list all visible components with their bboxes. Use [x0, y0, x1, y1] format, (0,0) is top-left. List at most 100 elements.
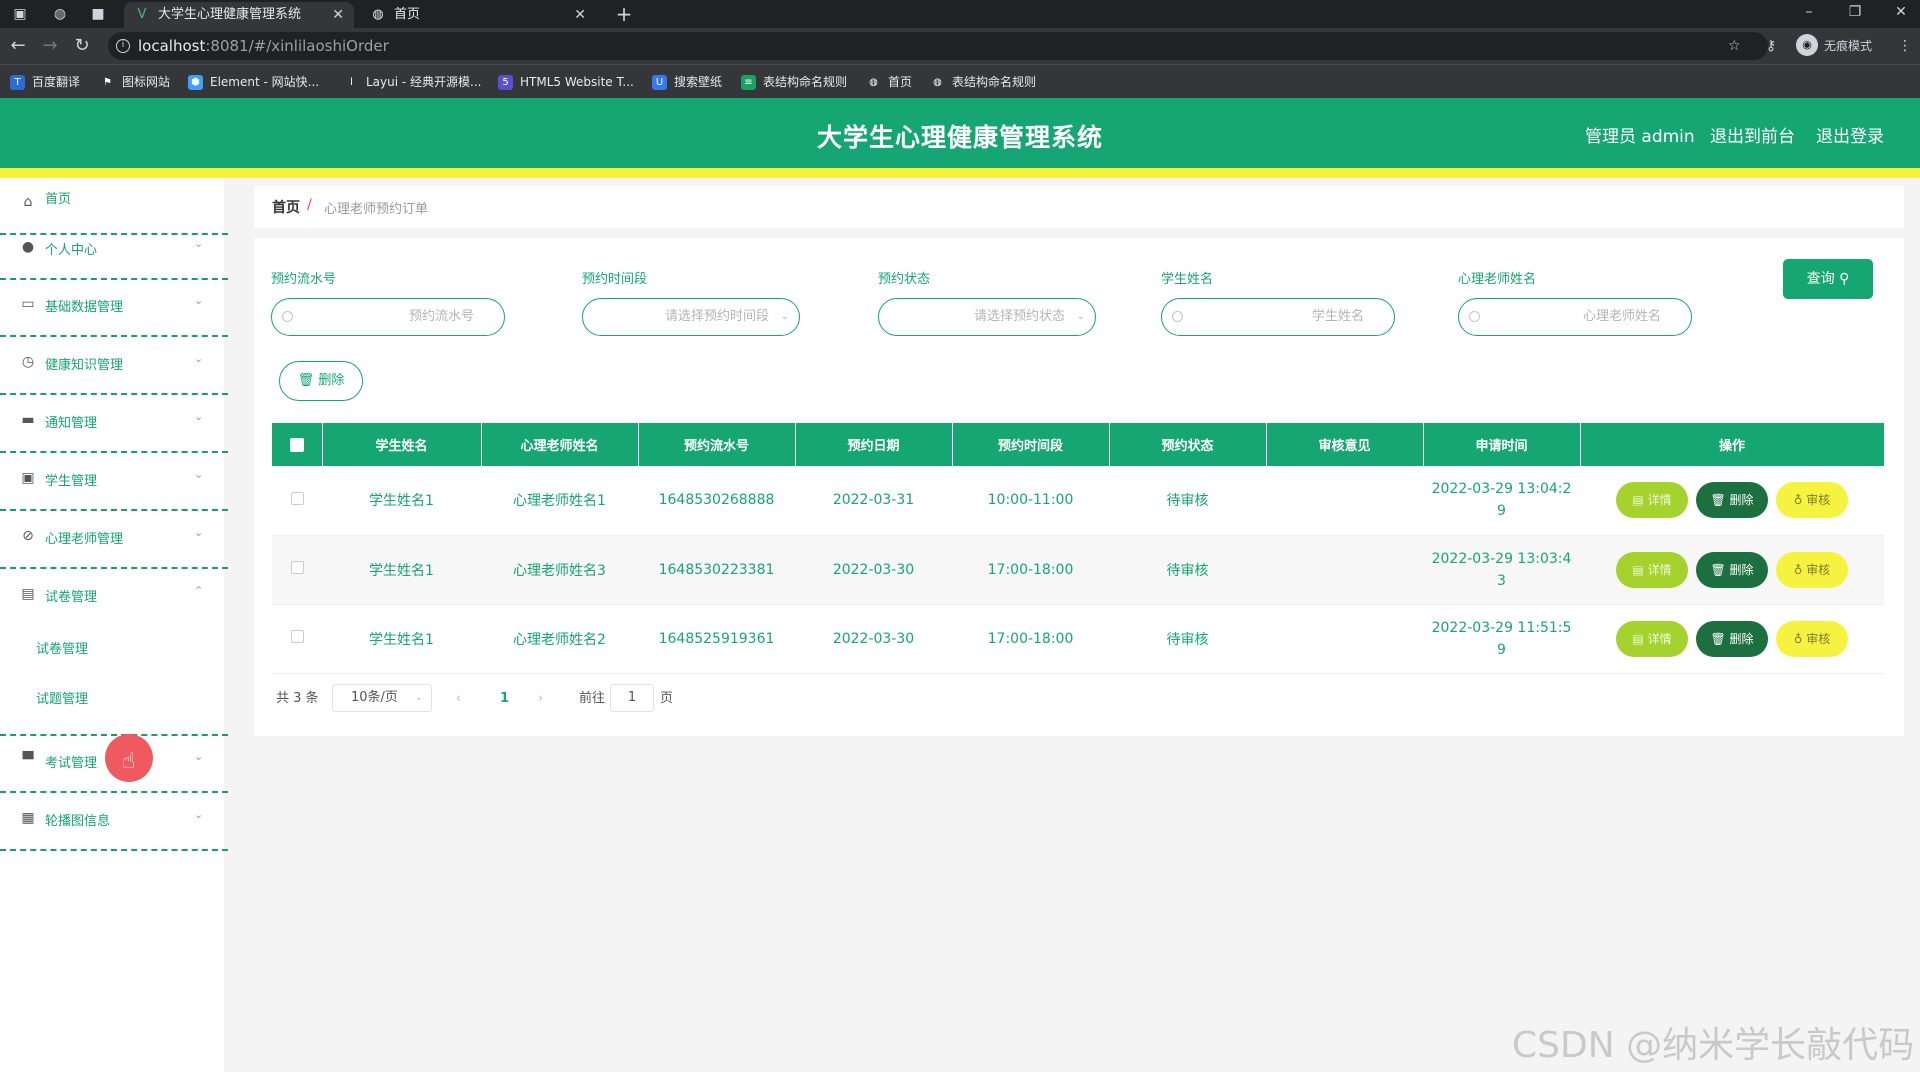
key-icon[interactable]: ⚷	[1766, 34, 1776, 58]
bookmark-item[interactable]: ⚑ 图标网站	[100, 65, 170, 99]
chat-icon: ▭	[21, 296, 35, 312]
admin-label: 管理员 admin	[1585, 127, 1695, 147]
breadcrumb-home[interactable]: 首页	[272, 197, 300, 217]
cell-status: 待审核	[1109, 466, 1266, 536]
sidebar-item-label: 通知管理	[45, 416, 98, 431]
bookmark-item[interactable]: 5 HTML5 Website T...	[498, 65, 634, 99]
clipboard-icon: ▤	[21, 586, 35, 602]
trash-icon: 🗑	[297, 373, 315, 388]
sidebar-subitem-question[interactable]: 试题管理	[36, 688, 88, 707]
cell-actions: ▤ 详情 🗑 删除 ♁ 审核	[1580, 604, 1884, 674]
next-page-icon[interactable]: ›	[538, 684, 543, 714]
cell-opinion	[1266, 604, 1423, 674]
page-number[interactable]: 1	[500, 684, 509, 714]
back-icon[interactable]: ←	[6, 34, 30, 58]
sidebar-item-health-knowledge[interactable]: ◷ 健康知识管理 ⌄	[0, 338, 228, 395]
search-button[interactable]: 查询 ⚲	[1783, 259, 1873, 299]
cell-teacher: 心理老师姓名1	[481, 466, 638, 536]
user-icon: ●	[21, 239, 35, 255]
row-checkbox[interactable]	[290, 561, 304, 574]
sidebar-item-label: 轮播图信息	[45, 814, 111, 829]
cell-apply-time: 2022-03-29 11:51:5 9	[1423, 604, 1580, 674]
audit-button[interactable]: ♁ 审核	[1776, 551, 1848, 588]
select-all-checkbox[interactable]	[272, 423, 323, 466]
bookmark-item[interactable]: ◍ 表结构命名规则	[930, 65, 1036, 99]
status-select[interactable]: 请选择预约状态 ⌄	[878, 298, 1096, 336]
detail-button[interactable]: ▤ 详情	[1616, 551, 1688, 588]
sidebar-item-carousel[interactable]: ▦ 轮播图信息 ⌄	[0, 794, 228, 851]
sidebar-item-personal[interactable]: ● 个人中心 ⌄	[0, 223, 228, 280]
info-icon[interactable]: i	[116, 39, 130, 53]
delete-button[interactable]: 🗑 删除	[1696, 551, 1768, 588]
prev-page-icon[interactable]: ‹	[456, 684, 461, 714]
page-unit-label: 页	[660, 691, 674, 706]
new-tab-icon[interactable]: +	[612, 2, 636, 26]
goto-page-input[interactable]: 1	[610, 684, 654, 712]
logout-link[interactable]: 退出登录	[1816, 122, 1884, 147]
status-label: 预约状态	[878, 272, 931, 287]
incognito-icon[interactable]: ◉	[1796, 34, 1818, 56]
screen-icon: ▀	[22, 752, 34, 768]
row-checkbox[interactable]	[290, 491, 304, 505]
delete-button[interactable]: 🗑 删除	[1696, 620, 1768, 657]
audit-button[interactable]: ♁ 审核	[1776, 620, 1848, 657]
close-window-icon[interactable]: ✕	[1878, 0, 1920, 28]
home-icon: ⌂	[23, 194, 33, 210]
bookmark-item[interactable]: ≡ 表结构命名规则	[741, 65, 847, 99]
compass-icon: ⊘	[22, 528, 34, 544]
kebab-menu-icon[interactable]: ⋮	[1898, 34, 1912, 58]
column-header: 预约时间段	[952, 423, 1110, 466]
batch-delete-button[interactable]: 🗑 删除	[279, 361, 363, 401]
orders-table: 学生姓名 心理老师姓名 预约流水号 预约日期 预约时间段 预约状态 审核意见 申…	[272, 423, 1885, 674]
sidebar-item-notice[interactable]: ▬ 通知管理 ⌄	[0, 396, 228, 453]
sidebar: ⌂ 首页 ● 个人中心 ⌄ ▭ 基础数据管理 ⌄ ◷ 健康知识管理 ⌄ ▬ 通知…	[0, 178, 228, 1072]
sidebar-item-base-data[interactable]: ▭ 基础数据管理 ⌄	[0, 280, 228, 337]
sidebar-item-label: 首页	[45, 192, 72, 207]
serial-input[interactable]: 预约流水号	[271, 298, 505, 336]
sidebar-item-student[interactable]: ▣ 学生管理 ⌄	[0, 454, 228, 511]
bookmark-item[interactable]: T 百度翻译	[10, 65, 80, 99]
chevron-down-icon: ⌄	[194, 750, 204, 763]
bookmark-item[interactable]: ◍ 首页	[866, 65, 912, 99]
hexagon-icon: ⬢	[188, 75, 203, 90]
minimize-icon[interactable]: –	[1786, 0, 1832, 28]
window-icon[interactable]: ■	[88, 4, 108, 24]
app-header: 大学生心理健康管理系统 管理员 admin 退出到前台 退出登录	[0, 98, 1920, 168]
app-menu-icon[interactable]: ▣	[10, 4, 30, 24]
detail-button[interactable]: ▤ 详情	[1616, 620, 1688, 657]
tab-system[interactable]: V 大学生心理健康管理系统 ✕	[124, 2, 354, 28]
restore-icon[interactable]: ❐	[1832, 0, 1878, 28]
cell-slot: 17:00-18:00	[952, 535, 1109, 605]
forward-icon[interactable]: →	[38, 34, 62, 58]
detail-button[interactable]: ▤ 详情	[1616, 482, 1688, 519]
slot-select[interactable]: 请选择预约时间段 ⌄	[582, 298, 800, 336]
hand-cursor-icon: ☝	[122, 749, 136, 774]
student-name-input[interactable]: 学生姓名	[1161, 298, 1395, 336]
chevron-down-icon: ⌄	[780, 311, 789, 322]
close-icon[interactable]: ✕	[332, 2, 344, 28]
delete-button[interactable]: 🗑 删除	[1696, 482, 1768, 519]
cell-status: 待审核	[1109, 604, 1266, 674]
sidebar-item-label: 心理老师管理	[45, 532, 124, 547]
teacher-name-input[interactable]: 心理老师姓名	[1458, 298, 1692, 336]
page-size-select[interactable]: 10条/页 ⌄	[332, 684, 432, 712]
chevron-down-icon: ⌄	[414, 692, 423, 703]
row-checkbox[interactable]	[290, 630, 304, 643]
cell-student: 学生姓名1	[322, 535, 481, 605]
reload-icon[interactable]: ↻	[70, 34, 94, 58]
to-front-link[interactable]: 退出到前台	[1710, 122, 1795, 147]
bookmark-item[interactable]: ⬢ Element - 网站快...	[188, 65, 319, 99]
bookmark-item[interactable]: ⅼ Layui - 经典开源模...	[344, 65, 481, 99]
star-icon[interactable]: ☆	[1728, 34, 1741, 58]
close-icon[interactable]: ✕	[574, 2, 586, 28]
url-field[interactable]: i localhost:8081/#/xinlilaoshiOrder	[108, 32, 1768, 60]
audit-button[interactable]: ♁ 审核	[1776, 482, 1848, 519]
sidebar-subitem-paper[interactable]: 试卷管理	[36, 638, 88, 657]
sidebar-item-paper[interactable]: ▤ 试卷管理 ⌃ 试卷管理 试题管理	[0, 570, 228, 736]
tab-home[interactable]: ◍ 首页 ✕	[360, 2, 596, 28]
goto-label: 前往	[579, 691, 606, 706]
cell-apply-time: 2022-03-29 13:04:2 9	[1423, 466, 1580, 536]
globe-icon[interactable]: ◍	[50, 4, 70, 24]
sidebar-item-teacher[interactable]: ⊘ 心理老师管理 ⌄	[0, 512, 228, 569]
bookmark-item[interactable]: U 搜索壁纸	[652, 65, 722, 99]
